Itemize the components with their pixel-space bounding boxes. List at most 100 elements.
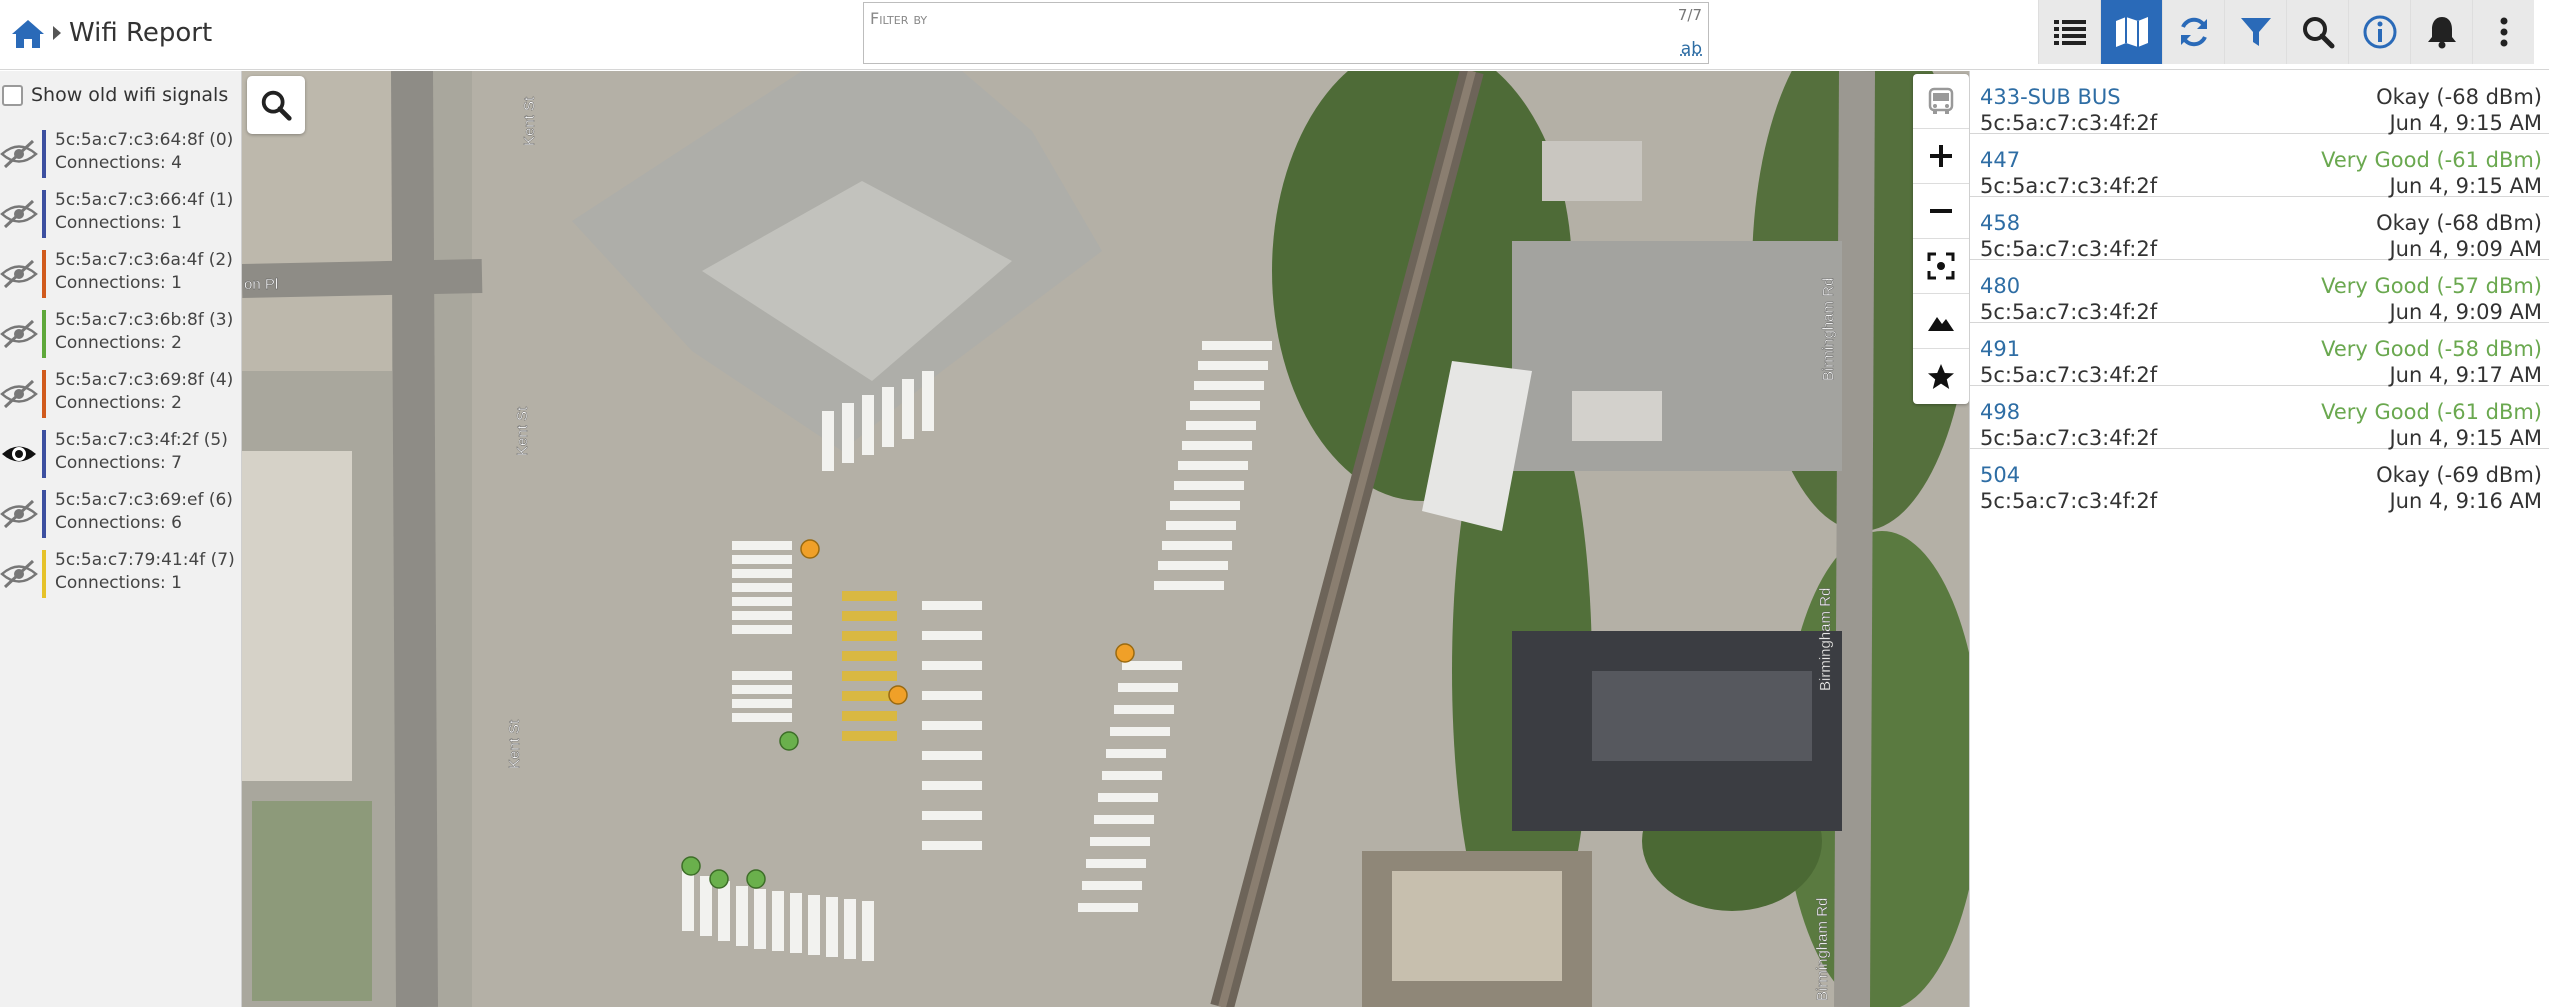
device-mac: 5c:5a:c7:c3:4f:2f (1980, 237, 2158, 261)
device-name-link[interactable]: 433-SUB BUS (1980, 85, 2121, 109)
refresh-icon (2180, 17, 2207, 47)
more-menu-button[interactable] (2472, 0, 2534, 64)
app-header: Wifi Report 7/7 ab (0, 0, 2549, 70)
map-search-button[interactable] (247, 76, 305, 134)
eye-slash-icon[interactable] (0, 559, 38, 589)
device-row[interactable]: 504 5c:5a:c7:c3:4f:2f Okay (-69 dBm) Jun… (1970, 449, 2549, 513)
zoom-in-button[interactable] (1913, 129, 1969, 184)
device-mac: 5c:5a:c7:c3:4f:2f (1980, 111, 2158, 135)
signal-item[interactable]: 5c:5a:c7:c3:69:ef (6) Connections: 6 (0, 487, 242, 547)
signal-mac: 5c:5a:c7:c3:6a:4f (2) (55, 250, 233, 270)
show-buses-button[interactable] (1913, 74, 1969, 129)
device-name-link[interactable]: 504 (1980, 463, 2020, 487)
map-view-button[interactable] (2100, 0, 2162, 64)
device-row[interactable]: 447 5c:5a:c7:c3:4f:2f Very Good (-61 dBm… (1970, 134, 2549, 198)
list-icon (2053, 20, 2086, 45)
eye-slash-icon[interactable] (0, 499, 38, 529)
show-old-signals-checkbox[interactable] (2, 84, 23, 106)
street-label: Kent St (506, 719, 523, 769)
zoom-out-icon (1930, 209, 1952, 213)
eye-slash-icon[interactable] (0, 139, 38, 169)
aerial-imagery[interactable]: Kent St on Pl Kent St Kent St Birmingham… (242, 71, 1969, 1007)
map-controls (1913, 74, 1969, 404)
street-label: Kent St (521, 96, 538, 146)
search-icon (261, 90, 292, 121)
eye-icon[interactable] (0, 439, 38, 469)
signal-item[interactable]: 5c:5a:c7:79:41:4f (7) Connections: 1 (0, 547, 242, 607)
search-button[interactable] (2286, 0, 2348, 64)
star-icon (1928, 363, 1954, 389)
signal-quality: Very Good (-57 dBm) (2321, 274, 2542, 298)
zoom-out-button[interactable] (1913, 184, 1969, 239)
toolbar (2038, 0, 2534, 64)
list-view-button[interactable] (2038, 0, 2100, 64)
match-case-toggle[interactable]: ab (1681, 39, 1702, 59)
signal-color-bar (42, 490, 46, 538)
signal-item[interactable]: 5c:5a:c7:c3:69:8f (4) Connections: 2 (0, 367, 242, 427)
fit-bounds-button[interactable] (1913, 239, 1969, 294)
filter-input[interactable] (870, 7, 1550, 29)
more-vertical-icon (2500, 17, 2507, 47)
notifications-button[interactable] (2410, 0, 2472, 64)
signal-connections: Connections: 4 (55, 153, 182, 173)
signal-connections: Connections: 1 (55, 213, 182, 233)
signal-color-bar (42, 430, 46, 478)
signal-color-bar (42, 250, 46, 298)
signal-connections: Connections: 7 (55, 453, 182, 473)
filter-count: 7/7 (1677, 6, 1702, 24)
device-row[interactable]: 480 5c:5a:c7:c3:4f:2f Very Good (-57 dBm… (1970, 260, 2549, 324)
favorites-button[interactable] (1913, 349, 1969, 404)
home-icon[interactable] (10, 16, 46, 52)
filter-button[interactable] (2224, 0, 2286, 64)
page-title: Wifi Report (69, 18, 213, 48)
signal-quality: Very Good (-61 dBm) (2321, 148, 2542, 172)
signal-quality: Okay (-68 dBm) (2376, 85, 2542, 109)
show-old-signals-toggle[interactable]: Show old wifi signals (2, 84, 228, 106)
signal-item[interactable]: 5c:5a:c7:c3:4f:2f (5) Connections: 7 (0, 427, 242, 487)
device-timestamp: Jun 4, 9:15 AM (2389, 111, 2542, 135)
eye-slash-icon[interactable] (0, 199, 38, 229)
search-icon (2302, 17, 2334, 49)
filter-box: 7/7 ab (863, 2, 1709, 64)
street-label: on Pl (244, 276, 278, 293)
signal-mac: 5c:5a:c7:c3:69:ef (6) (55, 490, 233, 510)
bus-icon (1928, 87, 1954, 114)
device-name-link[interactable]: 491 (1980, 337, 2020, 361)
device-list: 433-SUB BUS 5c:5a:c7:c3:4f:2f Okay (-68 … (1969, 71, 2549, 1007)
wifi-signal-sidebar: Show old wifi signals 5c:5a:c7:c3:64:8f … (0, 71, 242, 1007)
eye-slash-icon[interactable] (0, 259, 38, 289)
signal-mac: 5c:5a:c7:79:41:4f (7) (55, 550, 235, 570)
eye-slash-icon[interactable] (0, 319, 38, 349)
fit-bounds-icon (1927, 252, 1955, 280)
signal-item[interactable]: 5c:5a:c7:c3:64:8f (0) Connections: 4 (0, 127, 242, 187)
device-name-link[interactable]: 480 (1980, 274, 2020, 298)
signal-item[interactable]: 5c:5a:c7:c3:66:4f (1) Connections: 1 (0, 187, 242, 247)
signal-color-bar (42, 310, 46, 358)
device-row[interactable]: 458 5c:5a:c7:c3:4f:2f Okay (-68 dBm) Jun… (1970, 197, 2549, 261)
device-row[interactable]: 498 5c:5a:c7:c3:4f:2f Very Good (-61 dBm… (1970, 386, 2549, 450)
device-name-link[interactable]: 447 (1980, 148, 2020, 172)
device-name-link[interactable]: 458 (1980, 211, 2020, 235)
device-row[interactable]: 491 5c:5a:c7:c3:4f:2f Very Good (-58 dBm… (1970, 323, 2549, 387)
signal-item[interactable]: 5c:5a:c7:c3:6a:4f (2) Connections: 1 (0, 247, 242, 307)
signal-item[interactable]: 5c:5a:c7:c3:6b:8f (3) Connections: 2 (0, 307, 242, 367)
signal-connections: Connections: 1 (55, 573, 182, 593)
satellite-map[interactable]: Kent St on Pl Kent St Kent St Birmingham… (242, 71, 1969, 1007)
signal-quality: Okay (-68 dBm) (2376, 211, 2542, 235)
signal-connections: Connections: 2 (55, 393, 182, 413)
info-icon (2363, 15, 2396, 49)
signal-mac: 5c:5a:c7:c3:66:4f (1) (55, 190, 234, 210)
street-label: Kent St (514, 406, 531, 456)
device-mac: 5c:5a:c7:c3:4f:2f (1980, 426, 2158, 450)
device-mac: 5c:5a:c7:c3:4f:2f (1980, 174, 2158, 198)
terrain-button[interactable] (1913, 294, 1969, 349)
info-button[interactable] (2348, 0, 2410, 64)
eye-slash-icon[interactable] (0, 379, 38, 409)
device-row[interactable]: 433-SUB BUS 5c:5a:c7:c3:4f:2f Okay (-68 … (1970, 71, 2549, 135)
device-timestamp: Jun 4, 9:15 AM (2389, 174, 2542, 198)
street-label: Birmingham Rd (1814, 898, 1831, 1001)
refresh-button[interactable] (2162, 0, 2224, 64)
signal-color-bar (42, 550, 46, 598)
signal-mac: 5c:5a:c7:c3:4f:2f (5) (55, 430, 228, 450)
device-name-link[interactable]: 498 (1980, 400, 2020, 424)
